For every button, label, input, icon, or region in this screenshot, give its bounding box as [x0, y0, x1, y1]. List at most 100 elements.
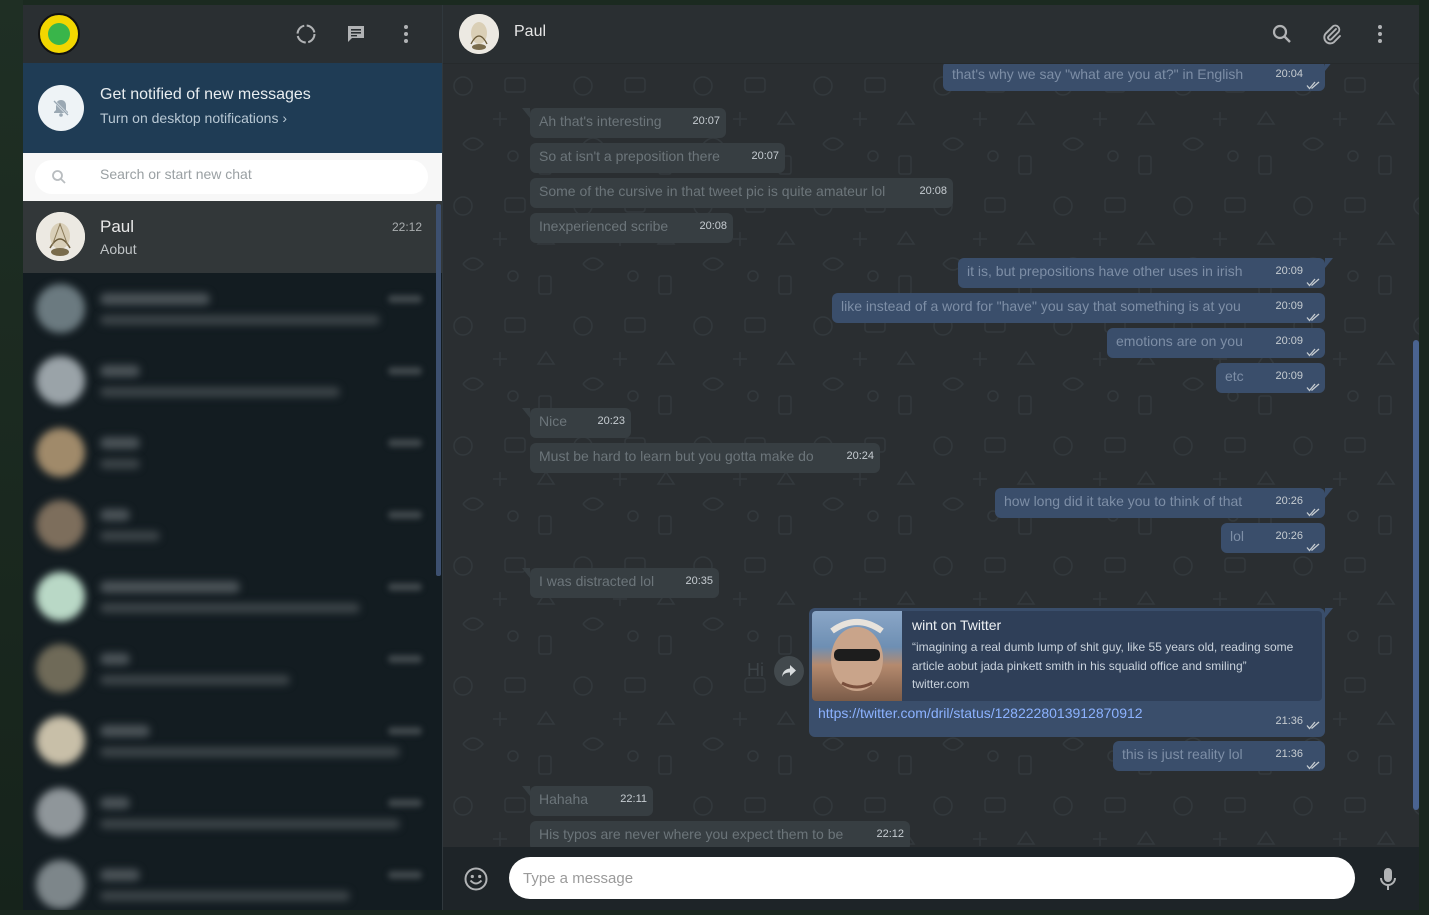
outgoing-message[interactable]: how long did it take you to think of tha… — [995, 488, 1333, 518]
message-time: 20:07 — [692, 115, 720, 127]
outgoing-message[interactable]: lol 20:26 — [1221, 523, 1325, 553]
notification-title: Get notified of new messages — [100, 86, 311, 103]
message-time: 20:09 — [1275, 370, 1303, 382]
message-time: 21:36 — [1275, 748, 1303, 760]
outgoing-message[interactable]: like instead of a word for "have" you sa… — [832, 293, 1325, 323]
conversation-scrollbar[interactable] — [1413, 340, 1419, 810]
emoji-icon[interactable] — [463, 866, 489, 897]
incoming-message[interactable]: Ah that's interesting 20:07 — [522, 108, 726, 138]
chat-time-blurred — [388, 511, 422, 519]
chat-preview-blurred — [100, 819, 400, 829]
chat-preview-blurred — [100, 531, 160, 541]
message-time: 20:35 — [685, 575, 713, 587]
microphone-icon[interactable] — [1379, 867, 1397, 896]
chat-item[interactable] — [23, 561, 442, 633]
outgoing-message[interactable]: it is, but prepositions have other uses … — [958, 258, 1333, 288]
message-time: 20:09 — [1275, 335, 1303, 347]
search-icon[interactable] — [1272, 24, 1292, 49]
link-url[interactable]: https://twitter.com/dril/status/12822280… — [818, 705, 1143, 721]
double-check-icon — [1306, 750, 1320, 780]
chat-item[interactable] — [23, 489, 442, 561]
chat-item[interactable] — [23, 417, 442, 489]
double-check-icon — [1306, 372, 1320, 402]
message-text: like instead of a word for "have" you sa… — [841, 298, 1241, 314]
enable-notifications-link[interactable]: Turn on desktop notifications › — [100, 110, 287, 126]
incoming-message[interactable]: Nice 20:23 — [522, 408, 631, 438]
message-time: 22:11 — [620, 793, 647, 805]
contact-avatar — [36, 212, 85, 261]
search-input[interactable] — [100, 166, 420, 182]
chat-name-blurred — [100, 797, 130, 809]
chat-item-paul[interactable]: Paul Aobut 22:12 — [23, 201, 442, 273]
outgoing-message[interactable]: emotions are on you 20:09 — [1107, 328, 1325, 358]
contact-avatar — [36, 788, 85, 837]
notification-banner[interactable]: Get notified of new messages Turn on des… — [23, 63, 442, 153]
contact-avatar[interactable] — [459, 14, 499, 54]
conversation-header: Paul — [443, 5, 1419, 64]
message-time: 20:04 — [1275, 68, 1303, 80]
link-message[interactable]: wint on Twitter “imagining a real dumb l… — [809, 608, 1333, 737]
contact-avatar — [36, 500, 85, 549]
chat-item[interactable] — [23, 705, 442, 777]
message-time: 20:24 — [846, 450, 874, 462]
incoming-message[interactable]: Must be hard to learn but you gotta make… — [530, 443, 880, 473]
message-text: Ah that's interesting — [539, 113, 662, 129]
outgoing-message[interactable]: this is just reality lol 21:36 — [1113, 741, 1325, 771]
link-preview[interactable]: wint on Twitter “imagining a real dumb l… — [812, 611, 1322, 701]
double-check-icon — [1306, 717, 1320, 735]
search-bar — [23, 153, 442, 201]
chat-name-blurred — [100, 581, 240, 593]
message-text: emotions are on you — [1116, 333, 1243, 349]
contact-avatar — [36, 716, 85, 765]
incoming-message[interactable]: Inexperienced scribe 20:08 — [530, 213, 733, 243]
message-text: it is, but prepositions have other uses … — [967, 263, 1243, 279]
message-list[interactable]: that's why we say "what are you at?" in … — [443, 64, 1419, 847]
chat-preview-blurred — [100, 459, 140, 469]
forward-button[interactable] — [774, 656, 804, 686]
new-chat-icon[interactable] — [344, 22, 368, 46]
sidebar-scrollbar[interactable] — [436, 204, 441, 576]
incoming-message[interactable]: Some of the cursive in that tweet pic is… — [530, 178, 953, 208]
conversation-panel: Paul that's why we say "what are you at?… — [443, 5, 1419, 910]
sidebar: Get notified of new messages Turn on des… — [23, 5, 443, 910]
message-input[interactable] — [509, 857, 1355, 899]
outgoing-message[interactable]: etc 20:09 — [1216, 363, 1325, 393]
chat-preview-blurred — [100, 747, 400, 757]
message-time: 20:09 — [1275, 300, 1303, 312]
menu-icon[interactable] — [394, 22, 418, 46]
chat-time-blurred — [388, 799, 422, 807]
message-text: Hahaha — [539, 791, 589, 807]
chat-item[interactable] — [23, 777, 442, 849]
paperclip-icon[interactable] — [1321, 23, 1343, 50]
outgoing-message[interactable]: that's why we say "what are you at?" in … — [943, 64, 1333, 91]
contact-avatar — [36, 860, 85, 909]
incoming-message[interactable]: Hahaha 22:11 — [522, 786, 653, 816]
status-icon[interactable] — [294, 22, 318, 46]
chat-item[interactable] — [23, 849, 442, 910]
chat-item[interactable] — [23, 345, 442, 417]
message-text: that's why we say "what are you at?" in … — [952, 66, 1244, 82]
message-text: So at isn't a preposition there — [539, 148, 720, 164]
incoming-message[interactable]: His typos are never where you expect the… — [530, 821, 910, 847]
chat-name-blurred — [100, 509, 130, 521]
message-text: lol — [1230, 528, 1245, 544]
incoming-message[interactable]: I was distracted lol 20:35 — [522, 568, 719, 598]
chat-time: 22:12 — [391, 220, 422, 234]
contact-name[interactable]: Paul — [514, 23, 546, 41]
my-avatar[interactable] — [38, 13, 80, 55]
chat-time-blurred — [388, 295, 422, 303]
link-preview-image — [812, 611, 902, 701]
message-time: 20:26 — [1275, 530, 1303, 542]
message-text: His typos are never where you expect the… — [539, 826, 844, 842]
chat-item[interactable] — [23, 273, 442, 345]
chat-name-blurred — [100, 365, 140, 377]
incoming-message[interactable]: So at isn't a preposition there 20:07 — [530, 143, 785, 173]
menu-icon[interactable] — [1377, 24, 1383, 49]
contact-avatar — [36, 428, 85, 477]
chat-list — [23, 273, 442, 910]
contact-avatar — [36, 572, 85, 621]
chat-preview-blurred — [100, 603, 360, 613]
message-text: this is just reality lol — [1122, 746, 1243, 762]
contact-avatar — [36, 356, 85, 405]
chat-item[interactable] — [23, 633, 442, 705]
